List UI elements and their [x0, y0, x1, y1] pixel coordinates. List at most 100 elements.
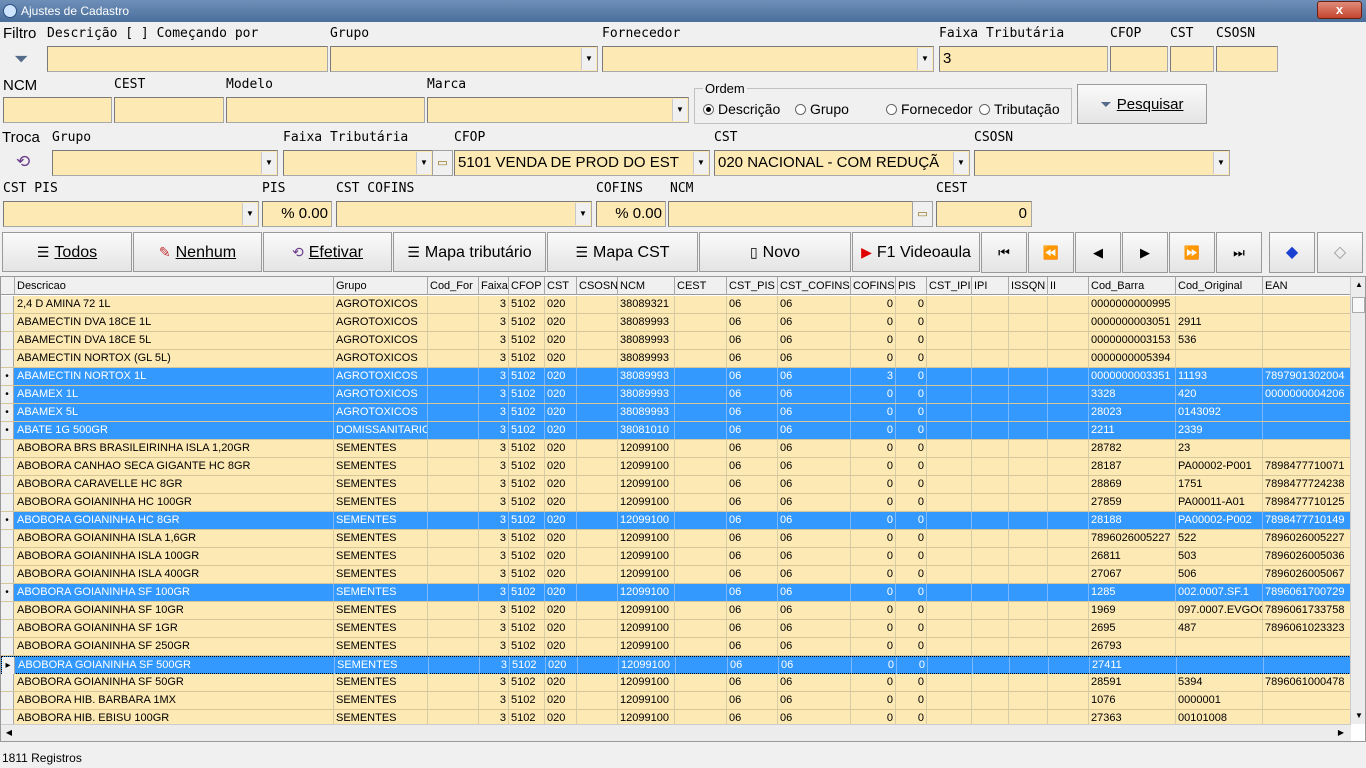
- cell-pis[interactable]: 0: [896, 332, 927, 349]
- cell-faixa[interactable]: 3: [480, 657, 510, 674]
- cell-cod-for[interactable]: [428, 674, 479, 691]
- cell-cod-original[interactable]: 23: [1176, 440, 1263, 457]
- cell-ipi[interactable]: [973, 657, 1010, 674]
- cell-cst-cofins[interactable]: 06: [778, 602, 851, 619]
- cell-cfop[interactable]: 5102: [509, 386, 545, 403]
- cell-cod-for[interactable]: [428, 422, 479, 439]
- table-row[interactable]: ABOBORA CANHAO SECA GIGANTE HC 8GR SEMENT…: [1, 458, 1351, 476]
- troca-cest-input[interactable]: 0: [936, 201, 1032, 227]
- mapa-cst-button[interactable]: ☰ Mapa CST: [547, 232, 698, 272]
- table-row[interactable]: • ABAMECTIN NORTOX 1L AGROTOXICOS 3 5102 020 3…: [1, 368, 1351, 386]
- cell-cod-for[interactable]: [428, 692, 479, 709]
- cell-ncm[interactable]: 12099100: [618, 566, 675, 583]
- column-header-ean[interactable]: EAN: [1263, 277, 1351, 295]
- cell-cod-for[interactable]: [428, 332, 479, 349]
- cell-cst-cofins[interactable]: 06: [778, 368, 851, 385]
- row-indicator[interactable]: [1, 530, 14, 547]
- cell-cofins[interactable]: 0: [851, 458, 896, 475]
- cell-issqn[interactable]: [1009, 584, 1048, 601]
- cell-cod-barra[interactable]: 0000000003351: [1089, 368, 1176, 385]
- cell-cst-ipi[interactable]: [927, 440, 972, 457]
- cell-cod-barra[interactable]: 28023: [1089, 404, 1176, 421]
- cell-cfop[interactable]: 5102: [509, 620, 545, 637]
- cell-cfop[interactable]: 5102: [509, 332, 545, 349]
- cell-cod-for[interactable]: [428, 404, 479, 421]
- row-indicator[interactable]: ▸: [2, 657, 15, 674]
- cell-cst-ipi[interactable]: [927, 512, 972, 529]
- radio-descricao[interactable]: Descrição: [703, 101, 780, 117]
- cell-cofins[interactable]: 3: [851, 368, 896, 385]
- cell-issqn[interactable]: [1009, 638, 1048, 655]
- cell-ncm[interactable]: 12099100: [618, 638, 675, 655]
- cell-cod-barra[interactable]: 0000000005394: [1089, 350, 1176, 367]
- cell-ean[interactable]: 7896026005036: [1263, 548, 1351, 565]
- cst-input[interactable]: [1170, 46, 1214, 72]
- cell-cod-barra[interactable]: 1285: [1089, 584, 1176, 601]
- table-row[interactable]: ABAMECTIN DVA 18CE 1L AGROTOXICOS 3 5102 020…: [1, 314, 1351, 332]
- cell-ii[interactable]: [1049, 657, 1090, 674]
- cell-cod-original[interactable]: 506: [1176, 566, 1263, 583]
- cell-pis[interactable]: 0: [896, 566, 927, 583]
- fornecedor-select[interactable]: ▼: [602, 46, 934, 72]
- scroll-right-icon[interactable]: ▶: [1333, 725, 1349, 741]
- cell-csosn[interactable]: [578, 657, 619, 674]
- cell-cst-cofins[interactable]: 06: [778, 548, 851, 565]
- cell-issqn[interactable]: [1009, 314, 1048, 331]
- cell-cod-for[interactable]: [428, 602, 479, 619]
- row-indicator[interactable]: •: [1, 386, 14, 403]
- row-indicator[interactable]: [1, 440, 14, 457]
- radio-grupo[interactable]: Grupo: [795, 101, 849, 117]
- cell-descricao[interactable]: ABOBORA GOIANINHA ISLA 1,6GR: [15, 530, 334, 547]
- column-header-faixa[interactable]: Faixa: [479, 277, 509, 295]
- cell-cst[interactable]: 020: [545, 386, 577, 403]
- pesquisar-button[interactable]: ⏷ Pesquisar: [1077, 84, 1207, 124]
- table-row[interactable]: • ABATE 1G 500GR DOMISSANITARIO 3 5102 020 380…: [1, 422, 1351, 440]
- cell-cst-ipi[interactable]: [927, 332, 972, 349]
- cell-ii[interactable]: [1048, 458, 1089, 475]
- cell-ipi[interactable]: [972, 566, 1009, 583]
- cell-cst-ipi[interactable]: [927, 584, 972, 601]
- cell-cst-cofins[interactable]: 06: [778, 440, 851, 457]
- cell-faixa[interactable]: 3: [479, 350, 509, 367]
- chevron-down-icon[interactable]: ▼: [672, 99, 687, 121]
- videoaula-button[interactable]: ▶ F1 Videoaula: [852, 232, 980, 272]
- cell-cfop[interactable]: 5102: [509, 512, 545, 529]
- cell-csosn[interactable]: [577, 440, 618, 457]
- cell-cest[interactable]: [675, 332, 727, 349]
- cell-cst-pis[interactable]: 06: [727, 350, 778, 367]
- folder-icon[interactable]: ▭: [432, 150, 453, 176]
- column-header-cfop[interactable]: CFOP: [509, 277, 545, 295]
- cell-cst-ipi[interactable]: [927, 530, 972, 547]
- cell-ipi[interactable]: [972, 476, 1009, 493]
- cell-cst-ipi[interactable]: [927, 368, 972, 385]
- cell-grupo[interactable]: SEMENTES: [334, 530, 428, 547]
- troca-grupo-select[interactable]: ▼: [52, 150, 278, 176]
- cell-cst-cofins[interactable]: 06: [778, 530, 851, 547]
- cell-cst-ipi[interactable]: [927, 620, 972, 637]
- cell-cofins[interactable]: 0: [851, 584, 896, 601]
- cell-cod-for[interactable]: [428, 458, 479, 475]
- cell-cfop[interactable]: 5102: [509, 476, 545, 493]
- cell-cst-cofins[interactable]: 06: [778, 566, 851, 583]
- column-header-cofins[interactable]: COFINS: [851, 277, 896, 295]
- filter-funnel-icon[interactable]: ⏷: [14, 49, 28, 70]
- cell-cst[interactable]: 020: [545, 296, 577, 313]
- cell-grupo[interactable]: SEMENTES: [334, 548, 428, 565]
- cell-ii[interactable]: [1048, 638, 1089, 655]
- nav-next-button[interactable]: ▶: [1122, 232, 1168, 273]
- cell-grupo[interactable]: AGROTOXICOS: [334, 314, 428, 331]
- cell-ean[interactable]: 7896026005067: [1263, 566, 1351, 583]
- cell-csosn[interactable]: [577, 548, 618, 565]
- cell-cfop[interactable]: 5102: [509, 296, 545, 313]
- cell-grupo[interactable]: SEMENTES: [334, 494, 428, 511]
- swap-icon[interactable]: ⟲: [16, 152, 30, 172]
- row-indicator[interactable]: [1, 548, 14, 565]
- row-indicator[interactable]: •: [1, 368, 14, 385]
- chevron-down-icon[interactable]: ▼: [242, 203, 257, 225]
- cell-cst[interactable]: 020: [545, 692, 577, 709]
- cell-ipi[interactable]: [972, 530, 1009, 547]
- cell-cofins[interactable]: 0: [851, 350, 896, 367]
- cell-cst[interactable]: 020: [545, 368, 577, 385]
- cell-ii[interactable]: [1048, 368, 1089, 385]
- cell-cst-pis[interactable]: 06: [728, 657, 779, 674]
